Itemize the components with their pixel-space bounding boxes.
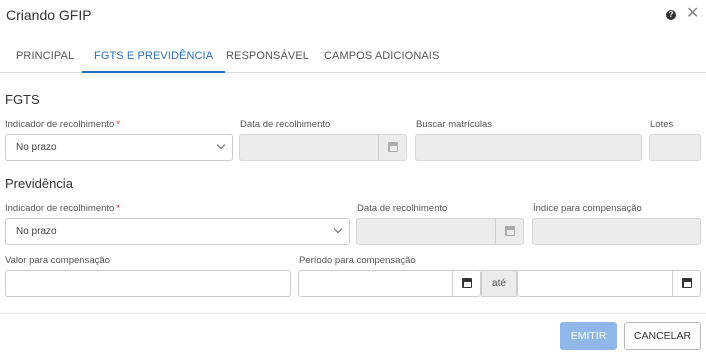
fgts-matriculas-label: Buscar matrículas bbox=[416, 119, 493, 130]
previdencia-indice-label: Índice para compensação bbox=[533, 203, 642, 214]
previdencia-indicador-value: No prazo bbox=[16, 226, 57, 237]
cancel-button[interactable]: CANCELAR bbox=[624, 322, 701, 350]
calendar-button[interactable] bbox=[672, 271, 700, 296]
emit-button[interactable]: EMITIR bbox=[560, 322, 617, 350]
help-icon[interactable]: ? bbox=[666, 10, 676, 20]
previdencia-data-field bbox=[356, 218, 524, 245]
dialog-title: Criando GFIP bbox=[6, 7, 92, 23]
chevron-down-icon bbox=[216, 140, 226, 150]
previdencia-indice-field bbox=[532, 218, 701, 245]
previdencia-section-title: Previdência bbox=[5, 176, 73, 191]
fgts-data-field bbox=[239, 134, 407, 161]
calendar-icon bbox=[505, 226, 515, 236]
fgts-indicador-label: Indicador de recolhimento * bbox=[5, 119, 120, 130]
fgts-data-label: Data de recolhimento bbox=[240, 119, 331, 130]
previdencia-indicador-label: Indicador de recolhimento * bbox=[5, 203, 120, 214]
previdencia-indicador-select[interactable]: No prazo bbox=[5, 218, 350, 245]
close-icon[interactable]: ✕ bbox=[686, 6, 699, 22]
chevron-down-icon bbox=[333, 224, 343, 234]
required-marker: * bbox=[116, 203, 120, 213]
tab-bar: PRINCIPAL FGTS E PREVIDÊNCIA RESPONSÁVEL… bbox=[0, 40, 706, 73]
calendar-icon bbox=[388, 142, 398, 152]
fgts-matriculas-field bbox=[415, 134, 642, 161]
calendar-addon bbox=[495, 219, 523, 244]
previdencia-data-label: Data de recolhimento bbox=[357, 203, 448, 214]
tab-campos-adicionais[interactable]: CAMPOS ADICIONAIS bbox=[324, 40, 439, 73]
calendar-icon bbox=[682, 278, 692, 288]
periodo-compensacao-label: Período para compensação bbox=[299, 255, 416, 266]
valor-compensacao-input[interactable] bbox=[5, 270, 291, 297]
fgts-indicador-select[interactable]: No prazo bbox=[5, 134, 233, 161]
fgts-section-title: FGTS bbox=[5, 92, 40, 107]
tab-fgts-previdencia[interactable]: FGTS E PREVIDÊNCIA bbox=[82, 40, 226, 73]
calendar-addon bbox=[378, 135, 406, 160]
tab-principal[interactable]: PRINCIPAL bbox=[16, 40, 74, 73]
fgts-indicador-value: No prazo bbox=[16, 142, 57, 153]
periodo-fim-input[interactable] bbox=[517, 270, 701, 297]
fgts-lotes-label: Lotes bbox=[650, 119, 674, 130]
periodo-ate-addon: até bbox=[481, 270, 517, 297]
calendar-button[interactable] bbox=[452, 271, 480, 296]
calendar-icon bbox=[462, 278, 472, 288]
fgts-lotes-field bbox=[649, 134, 701, 161]
valor-compensacao-label: Valor para compensação bbox=[5, 255, 110, 266]
required-marker: * bbox=[116, 119, 120, 129]
tab-responsavel[interactable]: RESPONSÁVEL bbox=[226, 40, 309, 73]
footer-divider bbox=[0, 313, 706, 314]
periodo-inicio-input[interactable] bbox=[298, 270, 481, 297]
